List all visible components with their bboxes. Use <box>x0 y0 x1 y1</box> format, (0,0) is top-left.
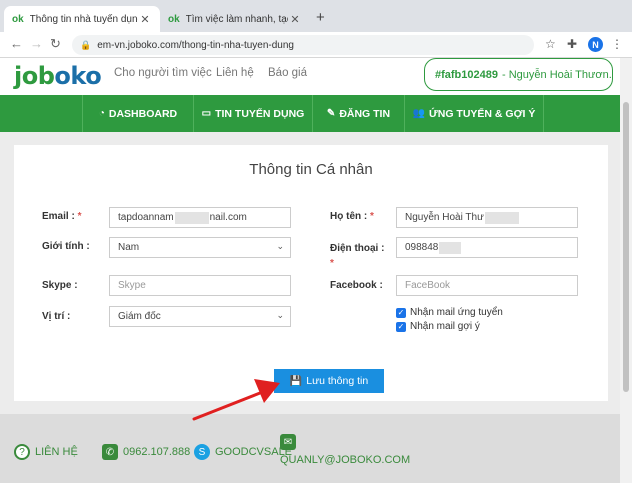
mail-icon: ✉ <box>280 434 296 450</box>
browser-tab-active[interactable]: ok Thông tin nhà tuyển dụng ✕ <box>4 6 160 32</box>
question-icon: ? <box>14 444 30 460</box>
personal-info-form: Thông tin Cá nhân Email : * tapdoannam na… <box>14 145 608 401</box>
users-icon: 👥 <box>412 108 426 119</box>
page-viewport: joboko Cho người tìm việc Liên hệ Báo gi… <box>0 58 620 483</box>
gender-label: Giới tính : <box>42 241 90 252</box>
profile-avatar[interactable]: N <box>588 37 603 52</box>
nav-post-job[interactable]: ✎ ĐĂNG TIN <box>312 95 404 132</box>
scrollbar[interactable] <box>620 58 632 483</box>
user-code: #fafb102489 <box>435 68 498 81</box>
browser-toolbar: ← → ↻ 🔒 em-vn.joboko.com/thong-tin-nha-t… <box>0 32 632 58</box>
tab-title: Thông tin nhà tuyển dụng <box>29 13 138 25</box>
back-icon[interactable]: ← <box>10 36 23 51</box>
nav-applications[interactable]: 👥 ỨNG TUYỂN & GỢI Ý <box>404 95 544 132</box>
footer-contact[interactable]: ? LIÊN HỆ <box>14 444 78 460</box>
new-tab-icon[interactable]: + <box>316 9 325 26</box>
menu-icon[interactable]: ⋮ <box>611 37 623 51</box>
link-contact[interactable]: Liên hệ <box>216 67 254 79</box>
address-bar[interactable]: 🔒 em-vn.joboko.com/thong-tin-nha-tuyen-d… <box>72 35 534 55</box>
email-field[interactable]: tapdoannam nail.com <box>109 207 291 228</box>
checkmark-icon: ✓ <box>396 307 406 318</box>
link-job-seekers[interactable]: Cho người tìm việc <box>114 67 212 79</box>
name-field[interactable]: Nguyễn Hoài Thư <box>396 207 578 228</box>
link-pricing[interactable]: Báo giá <box>268 67 307 79</box>
reload-icon[interactable]: ↻ <box>50 36 61 52</box>
phone-field[interactable]: 098848 <box>396 237 578 258</box>
footer: ? LIÊN HỆ ✆ 0962.107.888 S GOODCVSALE ✉ QUAN… <box>0 414 620 483</box>
form-title: Thông tin Cá nhân <box>249 161 373 178</box>
skype-icon: S <box>194 444 210 460</box>
phone-label: Điện thoại : * <box>330 243 385 269</box>
joboko-favicon-icon: ok <box>12 13 24 25</box>
joboko-favicon-icon: ok <box>168 13 180 25</box>
footer-skype[interactable]: S GOODCVSALE <box>194 444 292 460</box>
phone-icon: ✆ <box>102 444 118 460</box>
position-label: Vị trí : <box>42 311 71 322</box>
tab-title: Tìm việc làm nhanh, tạo cv trực tu <box>185 13 288 25</box>
red-arrow-annotation <box>192 379 280 421</box>
checkbox-receive-applications[interactable]: ✓ Nhận mail ứng tuyển <box>396 307 503 318</box>
nav-dashboard[interactable]: ◔ DASHBOARD <box>82 95 193 132</box>
forward-icon[interactable]: → <box>30 36 43 51</box>
checkbox-receive-suggestions[interactable]: ✓ Nhận mail gợi ý <box>396 321 480 332</box>
extensions-icon[interactable]: ✚ <box>567 37 577 51</box>
bookmark-star-icon[interactable]: ☆ <box>545 37 556 51</box>
main-nav: ◔ DASHBOARD ▭ TIN TUYỂN DỤNG ✎ ĐĂNG TIN 👥 ỨN… <box>0 95 620 132</box>
floppy-disk-icon: 💾 <box>289 375 303 387</box>
name-label: Họ tên : * <box>330 211 374 222</box>
id-card-icon: ▭ <box>201 108 212 119</box>
skype-field[interactable]: Skype <box>109 275 291 296</box>
gender-select[interactable]: Nam ⌄ <box>109 237 291 258</box>
footer-phone[interactable]: ✆ 0962.107.888 <box>102 444 190 460</box>
nav-job-posts[interactable]: ▭ TIN TUYỂN DỤNG <box>193 95 312 132</box>
site-header: joboko Cho người tìm việc Liên hệ Báo gi… <box>0 58 620 95</box>
close-icon[interactable]: ✕ <box>288 13 302 26</box>
url-text: em-vn.joboko.com/thong-tin-nha-tuyen-dun… <box>97 39 294 51</box>
email-label: Email : * <box>42 211 82 222</box>
user-name: - Nguyễn Hoài Thươn... <box>502 68 613 81</box>
position-select[interactable]: Giám đốc ⌄ <box>109 306 291 327</box>
facebook-field[interactable]: FaceBook <box>396 275 578 296</box>
save-button[interactable]: 💾 Lưu thông tin <box>274 369 384 393</box>
dashboard-icon: ◔ <box>98 108 105 119</box>
redacted-blur <box>439 241 462 254</box>
edit-icon: ✎ <box>326 108 336 119</box>
lock-icon: 🔒 <box>80 39 92 50</box>
redacted-blur <box>484 211 519 224</box>
user-account-box[interactable]: #fafb102489 - Nguyễn Hoài Thươn... <box>424 58 613 91</box>
logo[interactable]: joboko <box>14 62 102 90</box>
chevron-down-icon: ⌄ <box>276 241 284 251</box>
browser-tab-bar: ok Thông tin nhà tuyển dụng ✕ ok Tìm việ… <box>0 0 632 32</box>
chevron-down-icon: ⌄ <box>276 310 284 320</box>
redacted-blur <box>174 211 209 224</box>
skype-label: Skype : <box>42 280 78 291</box>
browser-tab[interactable]: ok Tìm việc làm nhanh, tạo cv trực tu ✕ <box>160 6 310 32</box>
close-icon[interactable]: ✕ <box>138 13 152 26</box>
facebook-label: Facebook : <box>330 280 383 291</box>
footer-email[interactable]: ✉ QUANLY@JOBOKO.COM <box>280 434 410 466</box>
scrollbar-thumb[interactable] <box>623 102 629 392</box>
checkmark-icon: ✓ <box>396 321 406 332</box>
